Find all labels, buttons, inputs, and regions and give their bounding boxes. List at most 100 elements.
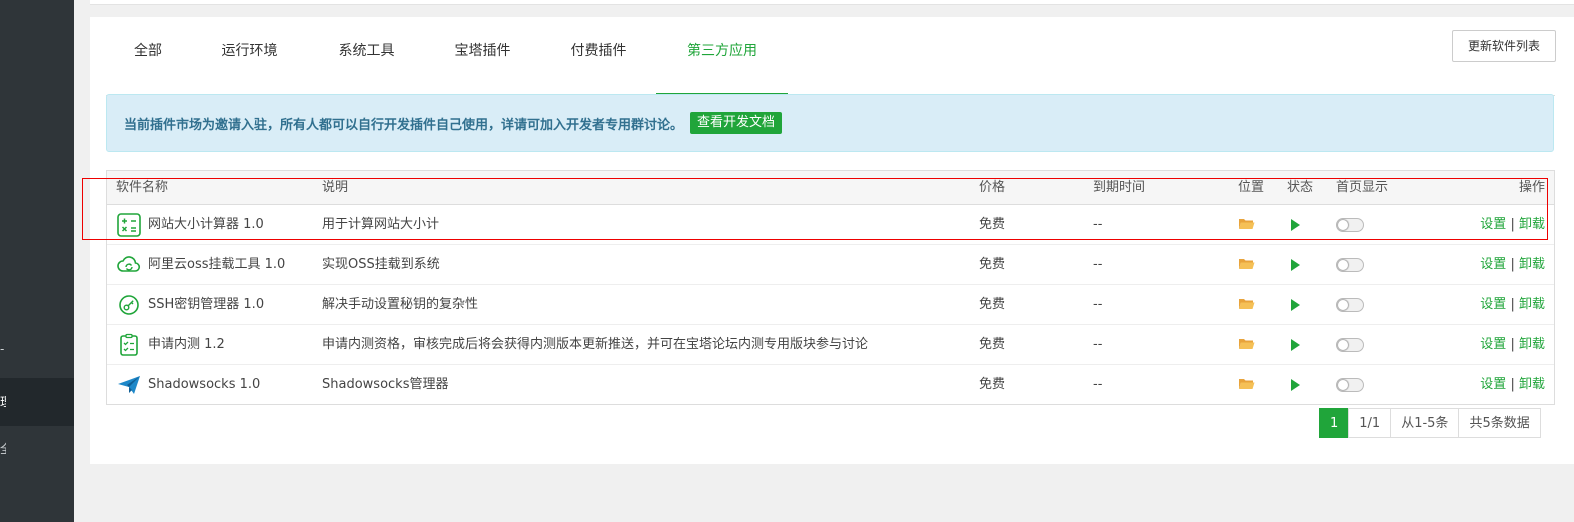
plugin-expire: --: [1093, 297, 1103, 312]
tab-bt-plugins[interactable]: 宝塔插件: [435, 35, 530, 94]
status-cell: [1287, 285, 1300, 324]
play-icon[interactable]: [1291, 338, 1300, 351]
top-panel-edge: [90, 0, 1574, 5]
plugin-name: 申请内测 1.2: [148, 337, 225, 352]
status-cell: [1287, 365, 1300, 404]
ops-cell: 设置 | 卸载: [1480, 365, 1545, 404]
uninstall-link[interactable]: 卸载: [1519, 297, 1545, 312]
page-range: 从1-5条: [1390, 408, 1460, 438]
home-display-cell: [1336, 325, 1364, 364]
location-cell: [1238, 205, 1255, 244]
ops-separator: |: [1510, 337, 1515, 352]
sidebar-item-fragment[interactable]: -: [0, 342, 6, 356]
page-count: 1/1: [1348, 408, 1392, 438]
play-icon[interactable]: [1291, 378, 1300, 391]
clipboard-check-icon: [120, 333, 138, 356]
home-display-toggle[interactable]: [1336, 297, 1364, 312]
plugin-price: 免费: [979, 257, 1006, 272]
settings-link[interactable]: 设置: [1480, 217, 1506, 232]
tab-third-party[interactable]: 第三方应用: [656, 35, 788, 95]
tab-all[interactable]: 全部: [106, 35, 190, 94]
uninstall-link[interactable]: 卸载: [1519, 377, 1545, 392]
uninstall-link[interactable]: 卸载: [1519, 337, 1545, 352]
table-row: Shadowsocks 1.0 Shadowsocks管理器 免费 -- 设置 …: [107, 365, 1554, 404]
location-cell: [1238, 245, 1255, 284]
pagination: 1 1/1 从1-5条 共5条数据: [1319, 408, 1541, 438]
header-ops: 操作: [1518, 180, 1545, 195]
home-display-cell: [1336, 245, 1364, 284]
settings-link[interactable]: 设置: [1480, 377, 1506, 392]
table-row: 阿里云oss挂载工具 1.0 实现OSS挂载到系统 免费 -- 设置 | 卸载: [107, 245, 1554, 285]
ops-cell: 设置 | 卸载: [1480, 325, 1545, 364]
folder-icon[interactable]: [1238, 337, 1255, 350]
home-display-toggle[interactable]: [1336, 337, 1364, 352]
folder-icon[interactable]: [1238, 257, 1255, 270]
plugin-name-cell: 阿里云oss挂载工具 1.0: [116, 245, 285, 284]
status-cell: [1287, 205, 1300, 244]
tab-runtime[interactable]: 运行环境: [202, 35, 297, 94]
page-total: 共5条数据: [1458, 408, 1541, 438]
play-icon[interactable]: [1291, 258, 1300, 271]
plugin-price: 免费: [979, 297, 1006, 312]
header-price: 价格: [979, 180, 1006, 195]
table-row: 网站大小计算器 1.0 用于计算网站大小计 免费 -- 设置 | 卸载: [107, 205, 1554, 245]
header-status: 状态: [1287, 180, 1314, 195]
uninstall-link[interactable]: 卸载: [1519, 217, 1545, 232]
status-cell: [1287, 325, 1300, 364]
tab-paid-plugins[interactable]: 付费插件: [551, 35, 646, 94]
plugin-name: Shadowsocks 1.0: [148, 377, 261, 392]
home-display-cell: [1336, 365, 1364, 404]
home-display-cell: [1336, 285, 1364, 324]
plugin-name: 阿里云oss挂载工具 1.0: [148, 257, 286, 272]
sidebar-item-fragment[interactable]: 全: [0, 440, 6, 457]
play-icon[interactable]: [1291, 218, 1300, 231]
plugin-table: 软件名称 说明 价格 到期时间 位置 状态 首页显示 操作 网站大小计算器 1.…: [106, 170, 1555, 405]
refresh-list-button[interactable]: 更新软件列表: [1452, 30, 1556, 62]
folder-icon[interactable]: [1238, 217, 1255, 230]
calculator-icon: [117, 212, 141, 237]
plugin-desc: Shadowsocks管理器: [322, 377, 449, 392]
notice-banner: 当前插件市场为邀请入驻，所有人都可以自行开发插件自己使用，详请可加入开发者专用群…: [106, 94, 1554, 152]
table-row: 申请内测 1.2 申请内测资格，审核完成后将会获得内测版本更新推送，并可在宝塔论…: [107, 325, 1554, 365]
folder-icon[interactable]: [1238, 377, 1255, 390]
header-home: 首页显示: [1336, 180, 1389, 195]
plugin-expire: --: [1093, 217, 1103, 232]
plugin-desc: 实现OSS挂载到系统: [322, 257, 440, 272]
plugin-desc: 用于计算网站大小计: [322, 217, 440, 232]
plugin-expire: --: [1093, 257, 1103, 272]
settings-link[interactable]: 设置: [1480, 297, 1506, 312]
location-cell: [1238, 365, 1255, 404]
tab-bar: 全部 运行环境 系统工具 宝塔插件 付费插件 第三方应用: [106, 35, 1555, 96]
settings-link[interactable]: 设置: [1480, 337, 1506, 352]
ops-separator: |: [1510, 297, 1515, 312]
sidebar-item-label: 理: [0, 393, 6, 410]
plugin-name: SSH密钥管理器 1.0: [148, 297, 265, 312]
home-display-toggle[interactable]: [1336, 217, 1364, 232]
uninstall-link[interactable]: 卸载: [1519, 257, 1545, 272]
paper-plane-icon: [118, 375, 140, 394]
table-header: 软件名称 说明 价格 到期时间 位置 状态 首页显示 操作: [107, 171, 1554, 205]
tab-system-tools[interactable]: 系统工具: [319, 35, 414, 94]
play-icon[interactable]: [1291, 298, 1300, 311]
plugin-desc: 解决手动设置秘钥的复杂性: [322, 297, 479, 312]
sidebar-item-active[interactable]: 理: [0, 378, 74, 426]
plugin-expire: --: [1093, 377, 1103, 392]
plugin-name-cell: 申请内测 1.2: [116, 325, 225, 364]
plugin-name: 网站大小计算器 1.0: [148, 217, 264, 232]
ops-cell: 设置 | 卸载: [1480, 285, 1545, 324]
folder-icon[interactable]: [1238, 297, 1255, 310]
plugin-price: 免费: [979, 337, 1006, 352]
home-display-toggle[interactable]: [1336, 257, 1364, 272]
sidebar: - 理 全: [0, 0, 74, 522]
view-docs-button[interactable]: 查看开发文档: [690, 112, 783, 134]
header-desc: 说明: [322, 180, 349, 195]
plugin-expire: --: [1093, 337, 1103, 352]
ops-cell: 设置 | 卸载: [1480, 205, 1545, 244]
page-current[interactable]: 1: [1319, 408, 1350, 438]
home-display-toggle[interactable]: [1336, 377, 1364, 392]
status-cell: [1287, 245, 1300, 284]
plugin-name-cell: 网站大小计算器 1.0: [116, 205, 264, 244]
software-panel: 全部 运行环境 系统工具 宝塔插件 付费插件 第三方应用 更新软件列表 当前插件…: [90, 17, 1574, 464]
key-icon: [119, 294, 139, 315]
settings-link[interactable]: 设置: [1480, 257, 1506, 272]
